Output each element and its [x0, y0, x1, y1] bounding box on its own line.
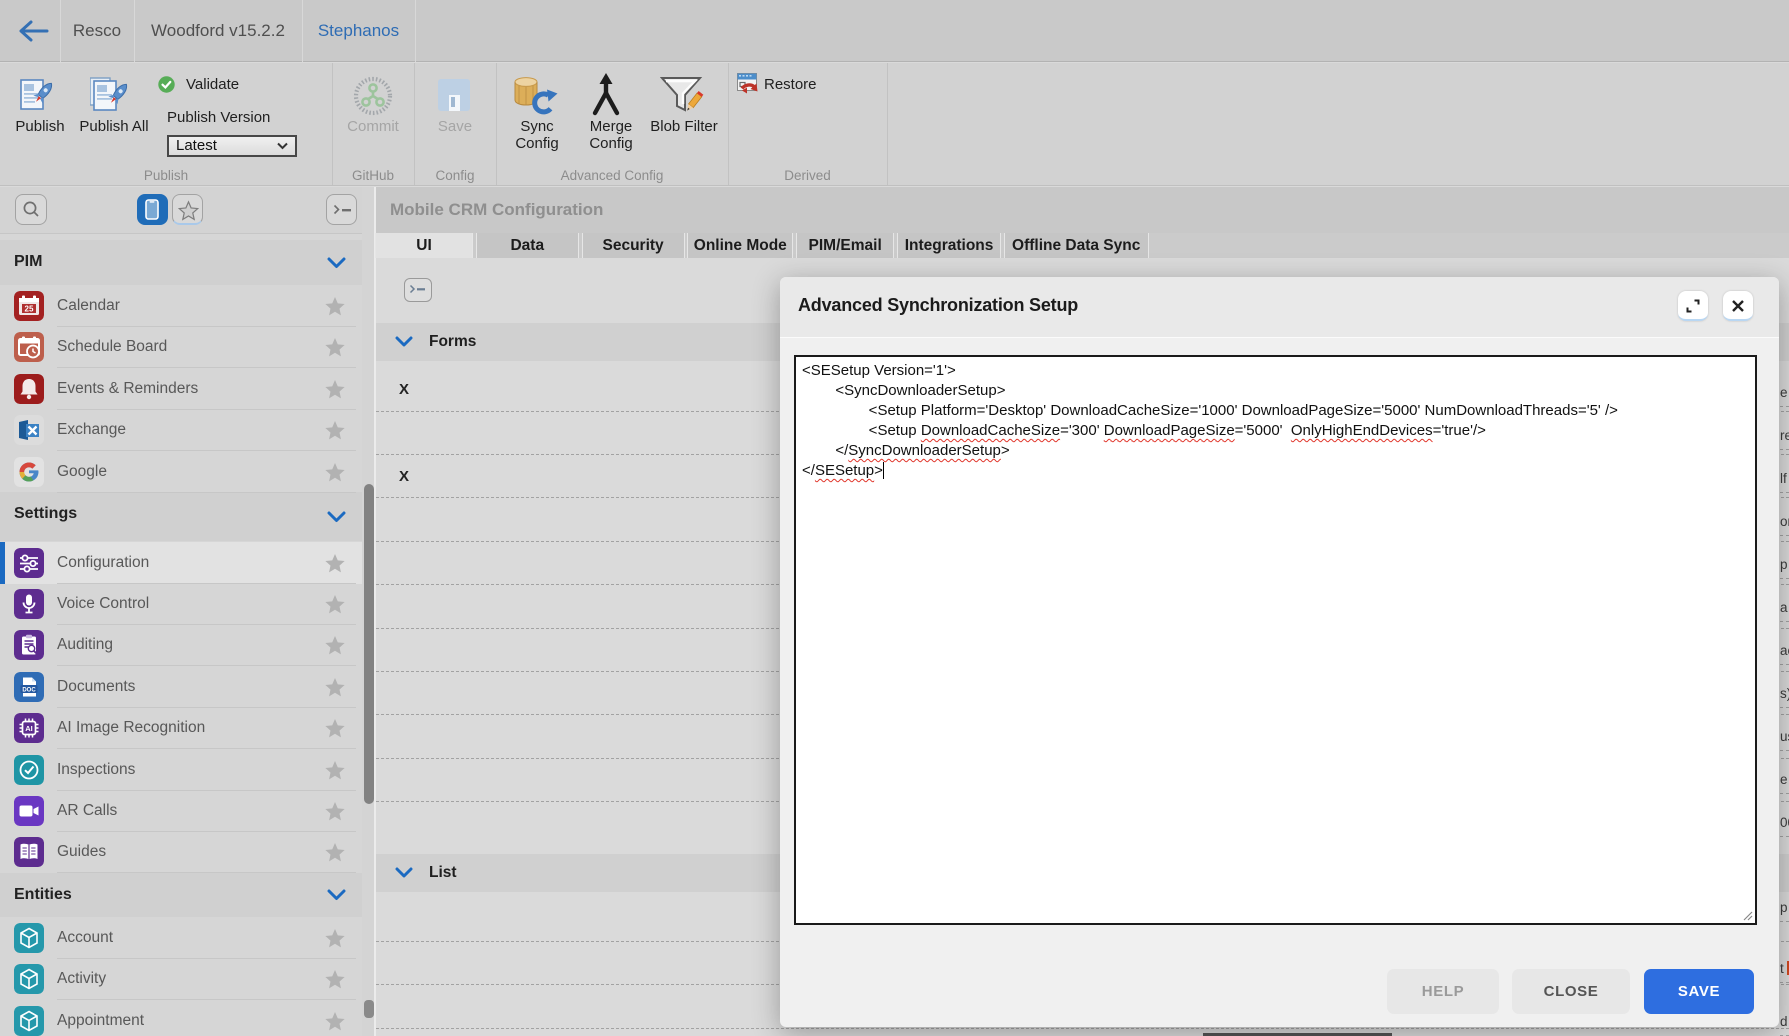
svg-text:DOC: DOC: [22, 687, 36, 693]
svg-text:AI: AI: [25, 724, 33, 733]
svg-text:25: 25: [25, 305, 34, 314]
